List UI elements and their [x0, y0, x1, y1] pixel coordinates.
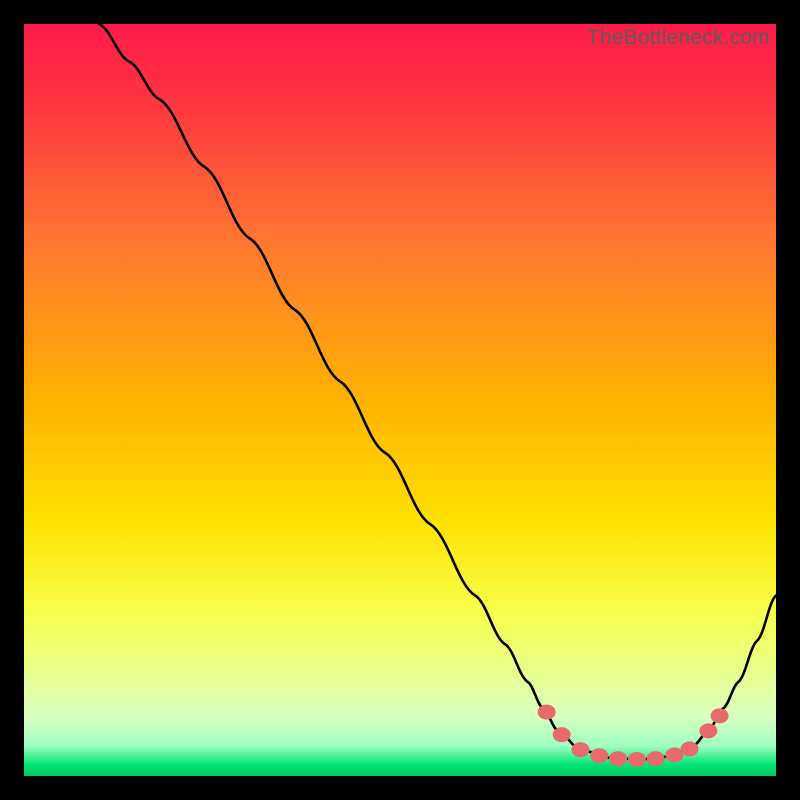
- plot-area: TheBottleneck.com: [24, 24, 776, 776]
- marker-dot: [609, 751, 627, 766]
- marker-dot: [699, 723, 717, 738]
- marker-dot: [647, 751, 665, 766]
- bottleneck-curve: [99, 24, 776, 759]
- marker-dot: [553, 727, 571, 742]
- marker-dot: [538, 705, 556, 720]
- optimal-range-markers: [538, 705, 729, 767]
- watermark-text: TheBottleneck.com: [587, 26, 770, 50]
- curve-layer: [24, 24, 776, 776]
- marker-dot: [571, 742, 589, 757]
- marker-dot: [711, 708, 729, 723]
- marker-dot: [628, 752, 646, 767]
- marker-dot: [681, 741, 699, 756]
- chart-frame: TheBottleneck.com: [24, 24, 776, 776]
- marker-dot: [590, 748, 608, 763]
